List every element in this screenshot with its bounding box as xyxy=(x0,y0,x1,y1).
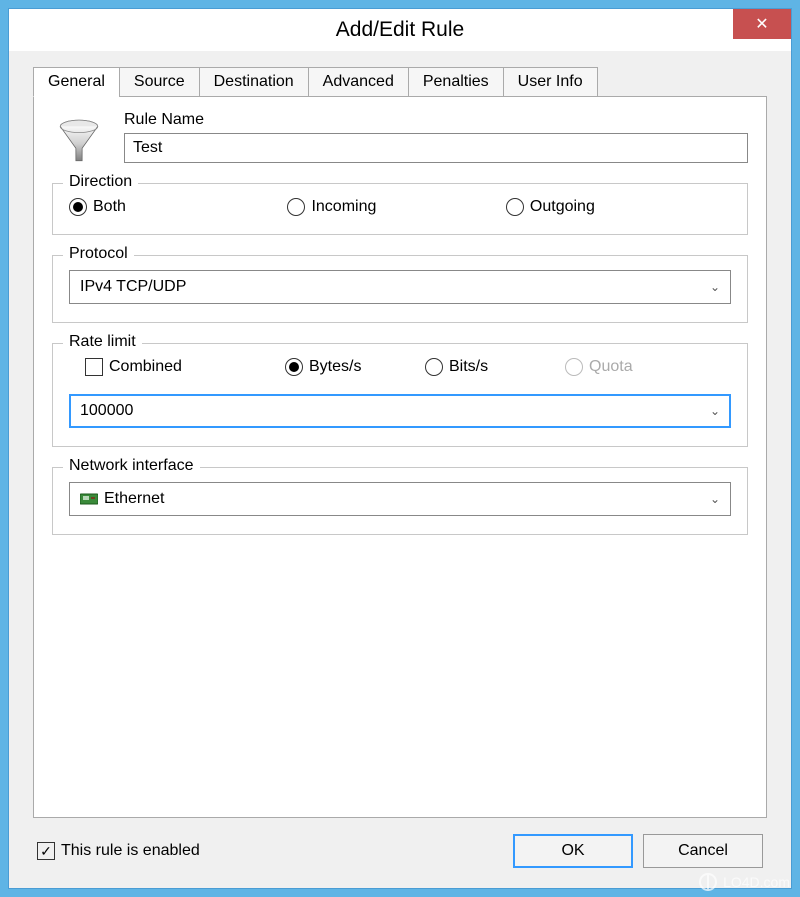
dialog-footer: This rule is enabled OK Cancel xyxy=(33,818,767,870)
ok-button[interactable]: OK xyxy=(513,834,633,868)
chevron-down-icon: ⌄ xyxy=(710,404,720,418)
cancel-button[interactable]: Cancel xyxy=(643,834,763,868)
rate-quota-label: Quota xyxy=(589,358,633,376)
globe-icon xyxy=(699,873,717,891)
direction-radio-row: Both Incoming Outgoing xyxy=(69,198,731,216)
direction-incoming-label: Incoming xyxy=(311,198,376,216)
rate-combined-label: Combined xyxy=(109,358,182,376)
network-interface-combo[interactable]: Ethernet ⌄ xyxy=(69,482,731,516)
rule-name-block: Rule Name xyxy=(124,111,748,163)
rate-bits-label: Bits/s xyxy=(449,358,488,376)
protocol-combo[interactable]: IPv4 TCP/UDP ⌄ xyxy=(69,270,731,304)
ethernet-icon xyxy=(80,492,98,506)
network-interface-group: Network interface Ethernet ⌄ xyxy=(52,467,748,535)
rule-name-input[interactable] xyxy=(124,133,748,163)
titlebar: Add/Edit Rule ✕ xyxy=(9,9,791,51)
tab-strip: General Source Destination Advanced Pena… xyxy=(33,67,767,97)
protocol-legend: Protocol xyxy=(63,245,134,263)
watermark: LO4D.com xyxy=(699,873,790,891)
direction-both-label: Both xyxy=(93,198,126,216)
direction-outgoing[interactable]: Outgoing xyxy=(506,198,724,216)
radio-icon xyxy=(69,198,87,216)
rate-quota: Quota xyxy=(565,358,705,376)
protocol-group: Protocol IPv4 TCP/UDP ⌄ xyxy=(52,255,748,323)
rate-limit-options: Combined Bytes/s Bits/s Quota xyxy=(69,358,731,376)
direction-both[interactable]: Both xyxy=(69,198,287,216)
network-interface-legend: Network interface xyxy=(63,457,200,475)
chevron-down-icon: ⌄ xyxy=(710,280,720,294)
protocol-value: IPv4 TCP/UDP xyxy=(80,278,186,296)
close-icon: ✕ xyxy=(755,14,768,34)
close-button[interactable]: ✕ xyxy=(733,9,791,39)
tab-source[interactable]: Source xyxy=(119,67,200,97)
rate-limit-group: Rate limit Combined Bytes/s Bits/s xyxy=(52,343,748,447)
rule-name-row: Rule Name xyxy=(52,111,748,169)
tab-penalties[interactable]: Penalties xyxy=(408,67,504,97)
rate-bytes[interactable]: Bytes/s xyxy=(285,358,425,376)
rate-bits[interactable]: Bits/s xyxy=(425,358,565,376)
rate-limit-legend: Rate limit xyxy=(63,333,142,351)
checkbox-icon xyxy=(85,358,103,376)
window-title: Add/Edit Rule xyxy=(9,18,791,42)
direction-legend: Direction xyxy=(63,173,138,191)
direction-incoming[interactable]: Incoming xyxy=(287,198,505,216)
network-interface-value: Ethernet xyxy=(104,490,164,508)
client-area: General Source Destination Advanced Pena… xyxy=(9,51,791,888)
rate-limit-value: 100000 xyxy=(80,402,133,420)
dialog-window: Add/Edit Rule ✕ General Source Destinati… xyxy=(8,8,792,889)
radio-icon xyxy=(287,198,305,216)
tab-userinfo[interactable]: User Info xyxy=(503,67,598,97)
enabled-checkbox[interactable]: This rule is enabled xyxy=(37,842,200,860)
radio-icon xyxy=(425,358,443,376)
direction-group: Direction Both Incoming Outgoing xyxy=(52,183,748,235)
tab-advanced[interactable]: Advanced xyxy=(308,67,409,97)
radio-icon xyxy=(506,198,524,216)
enabled-label: This rule is enabled xyxy=(61,842,200,860)
rate-combined[interactable]: Combined xyxy=(85,358,285,376)
radio-icon xyxy=(285,358,303,376)
tab-general[interactable]: General xyxy=(33,67,120,97)
rule-name-label: Rule Name xyxy=(124,111,748,129)
watermark-text: LO4D.com xyxy=(723,874,790,890)
tab-destination[interactable]: Destination xyxy=(199,67,309,97)
funnel-icon xyxy=(52,115,106,169)
radio-icon xyxy=(565,358,583,376)
checkbox-icon xyxy=(37,842,55,860)
tab-panel-general: Rule Name Direction Both Incoming xyxy=(33,96,767,818)
rate-bytes-label: Bytes/s xyxy=(309,358,361,376)
chevron-down-icon: ⌄ xyxy=(710,492,720,506)
rate-limit-combo[interactable]: 100000 ⌄ xyxy=(69,394,731,428)
direction-outgoing-label: Outgoing xyxy=(530,198,595,216)
